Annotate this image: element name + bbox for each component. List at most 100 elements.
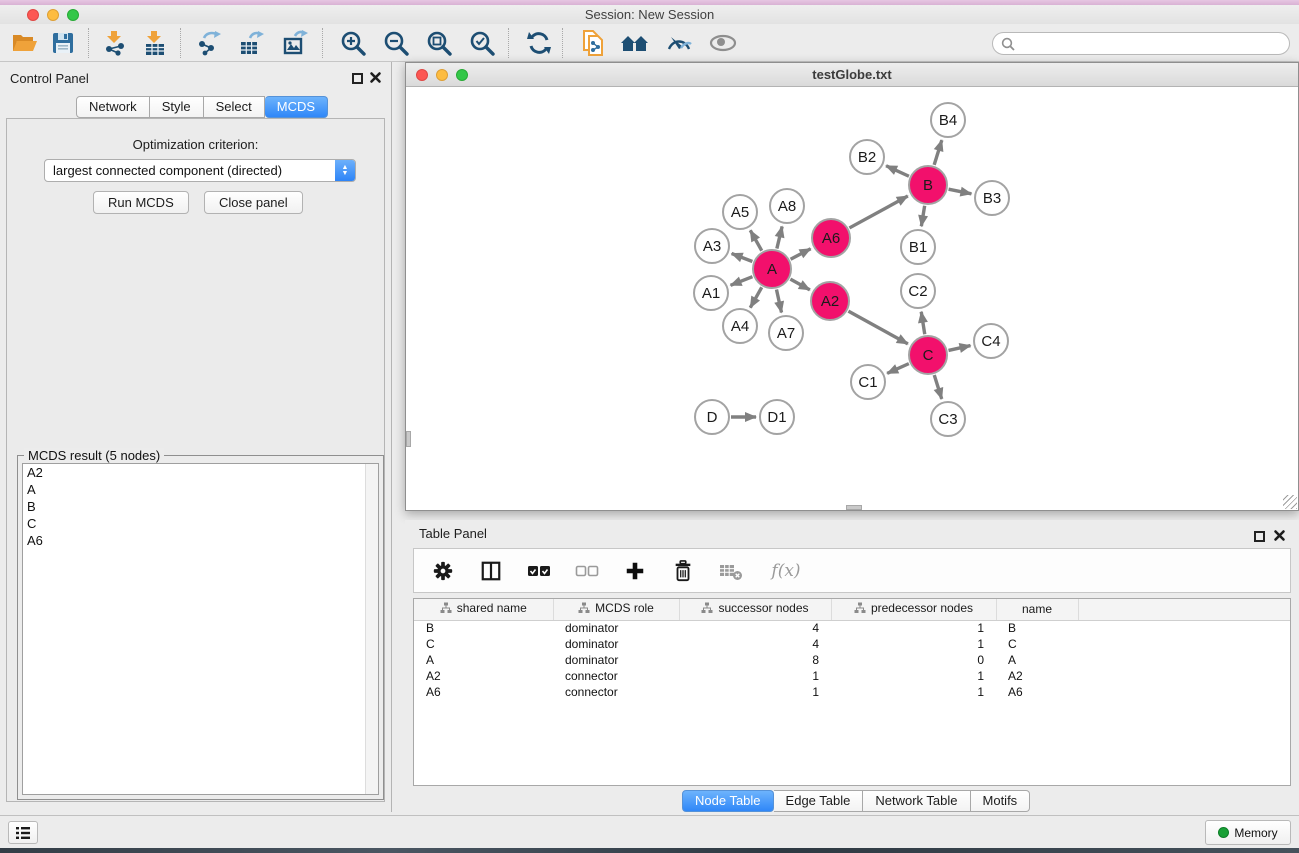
tab-mcds[interactable]: MCDS <box>265 96 328 118</box>
import-network-button[interactable] <box>98 27 132 59</box>
tab-edge-table[interactable]: Edge Table <box>774 790 864 812</box>
table-cell[interactable]: 0 <box>831 652 996 668</box>
export-table-button[interactable] <box>234 27 268 59</box>
graph-edge-A-A2[interactable] <box>790 279 809 290</box>
show-details-button[interactable] <box>706 27 740 59</box>
table-row[interactable]: Adominator80A <box>414 652 1290 668</box>
tab-select[interactable]: Select <box>204 96 265 118</box>
column-header-mcds-role[interactable]: MCDS role <box>553 599 679 620</box>
mcds-result-item[interactable]: B <box>23 498 378 515</box>
graph-edge-A-A3[interactable] <box>732 254 753 262</box>
graph-edge-B-B4[interactable] <box>934 140 942 165</box>
table-cell[interactable]: dominator <box>553 620 679 636</box>
table-cell[interactable]: 8 <box>679 652 831 668</box>
run-mcds-button[interactable]: Run MCDS <box>93 191 189 214</box>
zoom-fit-button[interactable] <box>422 27 456 59</box>
table-cell[interactable]: 1 <box>831 620 996 636</box>
column-header-name[interactable]: name <box>996 599 1078 620</box>
network-canvas[interactable]: B4B2BB3A5A8A6B1A3AC2A1A2A4A7C4CC1C3DD1 <box>406 87 1298 510</box>
optimization-criterion-dropdown[interactable]: largest connected component (directed) ▲… <box>44 159 356 182</box>
float-panel-icon[interactable] <box>352 73 363 84</box>
mcds-result-list[interactable]: A2ABCA6 <box>22 463 379 795</box>
graph-edge-A-A5[interactable] <box>750 230 761 250</box>
maximize-window-button[interactable] <box>67 9 79 21</box>
export-image-button[interactable] <box>278 27 312 59</box>
table-cell[interactable]: dominator <box>553 652 679 668</box>
graph-edge-B-B2[interactable] <box>886 166 909 176</box>
zoom-selected-button[interactable] <box>465 27 499 59</box>
memory-button[interactable]: Memory <box>1205 820 1291 845</box>
select-all-button[interactable] <box>524 556 554 586</box>
table-cell[interactable]: 1 <box>679 684 831 700</box>
table-cell[interactable]: 1 <box>831 636 996 652</box>
graph-edge-A-A1[interactable] <box>731 277 753 286</box>
graph-edge-A-A4[interactable] <box>750 287 761 307</box>
graph-edge-A-A8[interactable] <box>777 226 782 248</box>
search-field[interactable] <box>992 32 1290 55</box>
table-cell[interactable]: 1 <box>831 684 996 700</box>
table-cell[interactable]: A6 <box>996 684 1078 700</box>
float-table-panel-icon[interactable] <box>1254 531 1265 542</box>
table-cell[interactable]: C <box>414 636 553 652</box>
mcds-result-item[interactable]: A <box>23 481 378 498</box>
deselect-all-button[interactable] <box>572 556 602 586</box>
table-cell[interactable]: B <box>414 620 553 636</box>
table-cell[interactable]: A <box>996 652 1078 668</box>
graph-edge-A-A7[interactable] <box>776 290 781 313</box>
new-network-from-selection-button[interactable] <box>576 27 610 59</box>
mcds-result-item[interactable]: A6 <box>23 532 378 549</box>
mcds-result-item[interactable]: A2 <box>23 464 378 481</box>
hide-details-button[interactable] <box>662 27 696 59</box>
network-close-button[interactable] <box>416 69 428 81</box>
search-input[interactable] <box>1015 37 1265 51</box>
table-cell[interactable]: A2 <box>996 668 1078 684</box>
graph-edge-A6-B[interactable] <box>849 196 907 228</box>
tab-node-table[interactable]: Node Table <box>682 790 774 812</box>
network-bottom-splitter-handle[interactable] <box>846 505 862 510</box>
table-cell[interactable]: connector <box>553 684 679 700</box>
delete-table-button[interactable] <box>716 556 746 586</box>
close-panel-button[interactable]: Close panel <box>204 191 303 214</box>
graph-edge-C-C3[interactable] <box>934 375 941 399</box>
function-builder-button[interactable]: f(x) <box>764 556 808 586</box>
mcds-result-item[interactable]: C <box>23 515 378 532</box>
refresh-button[interactable] <box>522 27 556 59</box>
open-session-button[interactable] <box>8 27 42 59</box>
column-header-shared-name[interactable]: shared name <box>414 599 553 620</box>
tab-motifs[interactable]: Motifs <box>971 790 1031 812</box>
table-cell[interactable]: A6 <box>414 684 553 700</box>
zoom-out-button[interactable] <box>379 27 413 59</box>
network-window-titlebar[interactable]: testGlobe.txt <box>406 63 1298 87</box>
close-table-panel-icon[interactable] <box>1273 529 1286 542</box>
network-maximize-button[interactable] <box>456 69 468 81</box>
table-cell[interactable]: A2 <box>414 668 553 684</box>
graph-edge-C-C2[interactable] <box>921 312 925 335</box>
table-cell[interactable]: C <box>996 636 1078 652</box>
table-cell[interactable]: B <box>996 620 1078 636</box>
table-cell[interactable]: 4 <box>679 620 831 636</box>
table-row[interactable]: Cdominator41C <box>414 636 1290 652</box>
table-cell[interactable]: dominator <box>553 636 679 652</box>
close-window-button[interactable] <box>27 9 39 21</box>
tab-network[interactable]: Network <box>76 96 150 118</box>
graph-edge-A-A6[interactable] <box>791 249 811 260</box>
export-network-button[interactable] <box>192 27 226 59</box>
graph-edge-C-C1[interactable] <box>887 364 909 374</box>
save-session-button[interactable] <box>46 27 80 59</box>
table-row[interactable]: A6connector11A6 <box>414 684 1290 700</box>
show-columns-button[interactable] <box>476 556 506 586</box>
graph-edge-B-B1[interactable] <box>921 206 924 227</box>
table-settings-button[interactable] <box>428 556 458 586</box>
add-row-button[interactable] <box>620 556 650 586</box>
show-log-button[interactable] <box>8 821 38 844</box>
close-panel-icon[interactable] <box>369 71 382 84</box>
import-table-button[interactable] <box>138 27 172 59</box>
mcds-list-scrollbar[interactable] <box>365 464 378 794</box>
graph-edge-C-C4[interactable] <box>948 346 970 351</box>
window-resize-grip[interactable] <box>1283 495 1297 509</box>
tab-style[interactable]: Style <box>150 96 204 118</box>
column-header-successor-nodes[interactable]: successor nodes <box>679 599 831 620</box>
zoom-in-button[interactable] <box>336 27 370 59</box>
column-header-predecessor-nodes[interactable]: predecessor nodes <box>831 599 996 620</box>
tab-network-table[interactable]: Network Table <box>863 790 970 812</box>
